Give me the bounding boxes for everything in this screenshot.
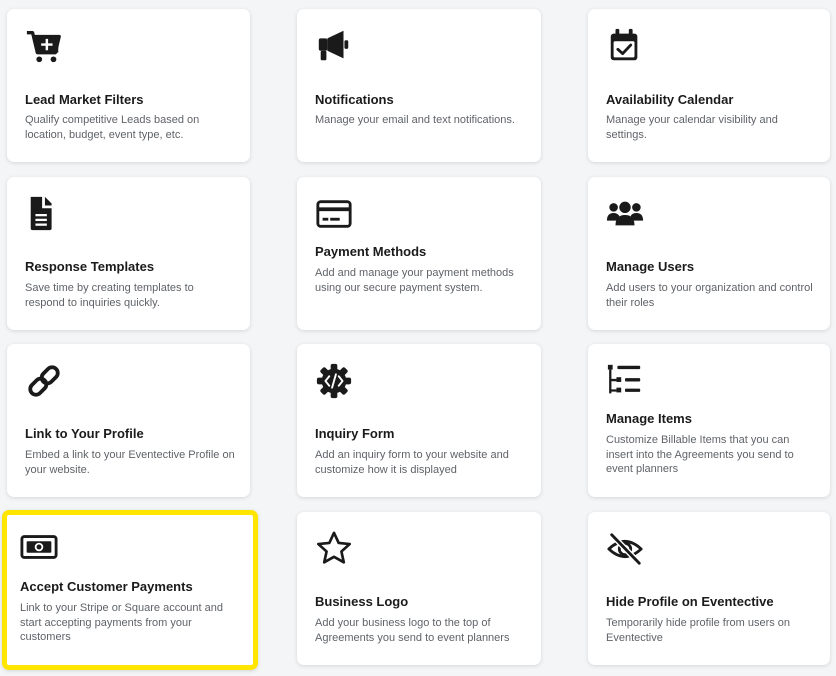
eye-slash-icon bbox=[606, 530, 644, 568]
shopping-cart-plus-icon bbox=[25, 27, 63, 65]
card-manage-items[interactable]: Manage Items Customize Billable Items th… bbox=[588, 344, 830, 497]
card-payment-methods[interactable]: Payment Methods Add and manage your paym… bbox=[297, 177, 541, 330]
megaphone-icon bbox=[315, 27, 353, 65]
card-notifications[interactable]: Notifications Manage your email and text… bbox=[297, 9, 541, 162]
card-description: Qualify competitive Leads based on locat… bbox=[25, 114, 200, 141]
money-bill-icon bbox=[20, 528, 58, 566]
card-title: Manage Users bbox=[606, 259, 695, 274]
card-response-templates[interactable]: Response Templates Save time by creating… bbox=[7, 177, 250, 330]
card-title: Response Templates bbox=[25, 259, 155, 274]
card-availability-calendar[interactable]: Availability Calendar Manage your calend… bbox=[588, 9, 830, 162]
card-title: Manage Items bbox=[606, 411, 692, 426]
calendar-check-icon bbox=[606, 27, 644, 65]
card-business-logo[interactable]: Business Logo Add your business logo to … bbox=[297, 512, 541, 665]
card-description: Add an inquiry form to your website and … bbox=[315, 449, 509, 476]
card-description: Manage your email and text notifications… bbox=[315, 114, 515, 126]
card-title: Notifications bbox=[315, 92, 394, 107]
list-tree-icon bbox=[606, 362, 644, 400]
card-description: Save time by creating templates to respo… bbox=[25, 282, 194, 309]
card-description: Embed a link to your Eventective Profile… bbox=[25, 449, 235, 476]
settings-grid: Lead Market Filters Qualify competitive … bbox=[0, 0, 836, 676]
card-description: Link to your Stripe or Square account an… bbox=[20, 602, 224, 643]
code-gear-icon bbox=[315, 362, 353, 400]
card-lead-market-filters[interactable]: Lead Market Filters Qualify competitive … bbox=[7, 9, 250, 162]
card-hide-profile-on-eventective[interactable]: Hide Profile on Eventective Temporarily … bbox=[588, 512, 830, 665]
card-title: Lead Market Filters bbox=[25, 92, 144, 107]
card-manage-users[interactable]: Manage Users Add users to your organizat… bbox=[588, 177, 830, 330]
card-description: Add users to your organization and contr… bbox=[606, 282, 813, 309]
card-description: Add your business logo to the top of Agr… bbox=[315, 617, 510, 644]
card-description: Add and manage your payment methods usin… bbox=[315, 267, 514, 294]
card-title: Business Logo bbox=[315, 594, 409, 609]
card-accept-customer-payments[interactable]: Accept Customer Payments Link to your St… bbox=[2, 510, 258, 670]
document-icon bbox=[25, 195, 63, 233]
card-title: Accept Customer Payments bbox=[20, 579, 193, 594]
credit-card-icon bbox=[315, 195, 353, 233]
card-title: Hide Profile on Eventective bbox=[606, 594, 774, 609]
card-title: Payment Methods bbox=[315, 244, 427, 259]
card-title: Availability Calendar bbox=[606, 92, 734, 107]
card-link-to-your-profile[interactable]: Link to Your Profile Embed a link to you… bbox=[7, 344, 250, 497]
users-icon bbox=[606, 195, 644, 233]
card-description: Temporarily hide profile from users on E… bbox=[606, 617, 791, 644]
card-description: Manage your calendar visibility and sett… bbox=[606, 114, 778, 141]
card-title: Link to Your Profile bbox=[25, 426, 144, 441]
star-icon bbox=[315, 530, 353, 568]
link-icon bbox=[25, 362, 63, 400]
card-description: Customize Billable Items that you can in… bbox=[606, 434, 794, 475]
card-inquiry-form[interactable]: Inquiry Form Add an inquiry form to your… bbox=[297, 344, 541, 497]
card-title: Inquiry Form bbox=[315, 426, 395, 441]
